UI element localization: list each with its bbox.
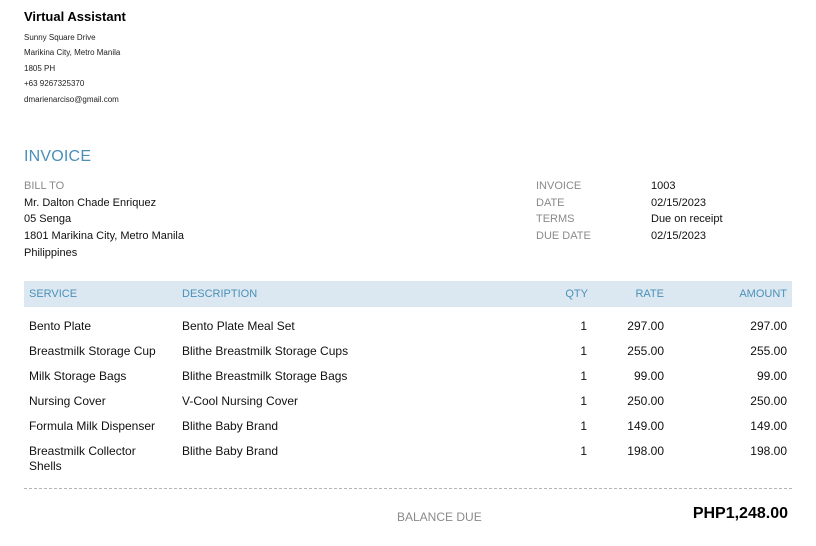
row-description: V-Cool Nursing Cover	[182, 394, 299, 408]
date-label: DATE	[536, 197, 565, 209]
bill-to-country: Philippines	[24, 247, 78, 259]
row-service: Nursing Cover	[29, 394, 106, 408]
row-description: Bento Plate Meal Set	[182, 319, 295, 333]
row-rate: 198.00	[627, 444, 664, 458]
row-description: Blithe Baby Brand	[182, 444, 279, 458]
invoice-number-value: 1003	[651, 180, 676, 192]
row-description: Blithe Breastmilk Storage Cups	[182, 344, 349, 358]
row-service: Milk Storage Bags	[29, 369, 127, 383]
due-date-label: DUE DATE	[536, 230, 591, 242]
row-rate: 149.00	[627, 419, 664, 433]
header-rate: RATE	[635, 288, 664, 300]
row-qty: 1	[580, 419, 587, 433]
row-amount: 198.00	[750, 444, 787, 458]
company-phone: +63 9267325370	[24, 79, 85, 88]
row-qty: 1	[580, 394, 587, 408]
company-email: dmarienarciso@gmail.com	[24, 95, 119, 104]
company-address-street: Sunny Square Drive	[24, 33, 96, 42]
invoice-title: INVOICE	[24, 148, 92, 165]
row-rate: 297.00	[627, 319, 664, 333]
balance-due-label: BALANCE DUE	[397, 510, 482, 524]
header-service: SERVICE	[29, 288, 78, 300]
row-amount: 99.00	[756, 369, 787, 383]
invoice-number-label: INVOICE	[536, 180, 582, 192]
company-name: Virtual Assistant	[24, 9, 126, 24]
terms-label: TERMS	[536, 213, 575, 225]
row-service: Breastmilk Storage Cup	[29, 344, 156, 358]
header-qty: QTY	[565, 288, 588, 300]
row-rate: 250.00	[627, 394, 664, 408]
row-description: Blithe Breastmilk Storage Bags	[182, 369, 348, 383]
row-service: Formula Milk Dispenser	[29, 419, 156, 433]
header-amount: AMOUNT	[739, 288, 787, 300]
bill-to-street: 05 Senga	[24, 213, 72, 225]
balance-due-value: PHP1,248.00	[692, 505, 788, 522]
bill-to-city: 1801 Marikina City, Metro Manila	[24, 230, 184, 242]
company-address-city: Marikina City, Metro Manila	[24, 48, 121, 57]
row-amount: 297.00	[750, 319, 787, 333]
row-amount: 149.00	[750, 419, 787, 433]
row-service: Breastmilk Collector Shells	[29, 444, 136, 473]
row-service: Bento Plate	[29, 319, 92, 333]
bill-to-label: BILL TO	[24, 180, 65, 192]
date-value: 02/15/2023	[651, 197, 707, 209]
due-date-value: 02/15/2023	[651, 230, 707, 242]
row-rate: 99.00	[633, 369, 664, 383]
terms-value: Due on receipt	[651, 213, 723, 225]
row-qty: 1	[580, 444, 587, 458]
totals-divider	[24, 488, 792, 489]
items-table-header: SERVICE DESCRIPTION QTY RATE AMOUNT	[24, 281, 792, 307]
row-amount: 255.00	[750, 344, 787, 358]
company-address-postal: 1805 PH	[24, 64, 56, 73]
bill-to-name: Mr. Dalton Chade Enriquez	[24, 197, 157, 209]
row-qty: 1	[580, 319, 587, 333]
row-amount: 250.00	[750, 394, 787, 408]
header-description: DESCRIPTION	[182, 288, 258, 300]
row-description: Blithe Baby Brand	[182, 419, 279, 433]
row-qty: 1	[580, 344, 587, 358]
row-qty: 1	[580, 369, 587, 383]
row-rate: 255.00	[627, 344, 664, 358]
